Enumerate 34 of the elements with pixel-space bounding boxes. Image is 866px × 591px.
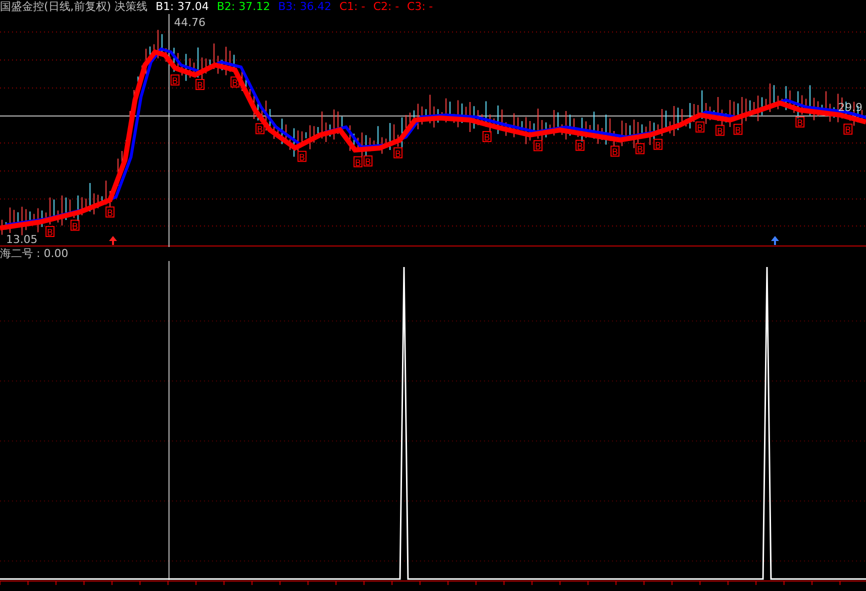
buy-marker: B	[46, 226, 54, 238]
indicator-title: 海二号 : 0.00	[0, 247, 68, 260]
chart-title: 国盛金控(日线,前复权) 决策线	[0, 0, 148, 14]
arrow-icon	[771, 236, 779, 245]
buy-marker: B	[534, 140, 542, 153]
arrow-icon	[109, 236, 117, 245]
buy-marker: B	[196, 79, 204, 92]
indicator-value: C2: -	[373, 0, 400, 14]
buy-marker: B	[844, 124, 852, 136]
indicator-value: B1: 37.04	[156, 0, 209, 14]
buy-marker: B	[696, 122, 704, 134]
buy-marker: B	[70, 220, 80, 232]
buy-marker: B	[482, 131, 492, 144]
buy-marker: B	[636, 143, 644, 156]
buy-marker: B	[106, 206, 114, 219]
buy-marker: B	[796, 116, 804, 129]
buy-marker: B	[364, 155, 372, 168]
buy-marker: B	[610, 146, 620, 158]
buy-marker: B	[394, 147, 402, 160]
indicator-value: B3: 36.42	[278, 0, 332, 14]
buy-marker: B	[734, 124, 742, 136]
high-price-label: 44.76	[174, 16, 206, 29]
buy-marker: B	[576, 140, 584, 152]
buy-marker: B	[354, 156, 362, 169]
indicator-value: C3: -	[407, 0, 433, 14]
buy-marker: B	[230, 76, 240, 89]
low-price-label: 13.05	[6, 233, 38, 246]
indicator-value: C1: -	[339, 0, 366, 14]
buy-marker: B	[170, 74, 180, 87]
buy-marker: B	[716, 124, 724, 138]
buy-marker: B	[256, 123, 264, 136]
buy-marker: B	[298, 150, 306, 164]
buy-marker: B	[654, 138, 662, 152]
indicator-value: B2: 37.12	[216, 0, 270, 14]
